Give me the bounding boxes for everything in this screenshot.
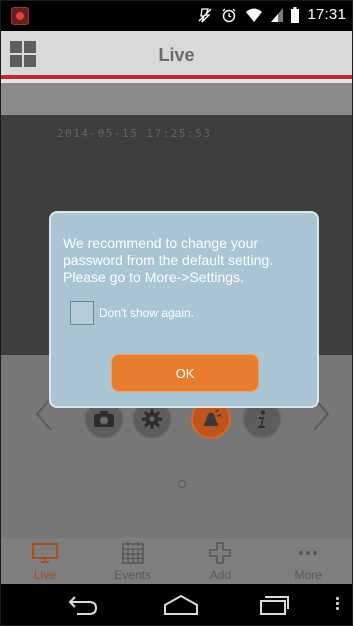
tab-label: Live [33, 568, 56, 582]
header: Live [1, 31, 352, 79]
tab-label: More [294, 568, 322, 582]
calendar-icon [121, 542, 144, 564]
recent-apps-icon[interactable] [259, 594, 289, 616]
home-icon[interactable] [163, 594, 199, 616]
monitor-icon [31, 543, 58, 563]
bottom-tab-bar: Live Events Add More [1, 538, 352, 584]
info-strip [1, 83, 352, 115]
dont-show-again-checkbox[interactable] [70, 301, 94, 325]
status-time: 17:31 [307, 6, 346, 23]
gear-icon [142, 409, 162, 429]
tab-live[interactable]: Live [1, 538, 89, 584]
tab-label: Add [209, 568, 232, 582]
siren-icon [204, 409, 222, 426]
tab-label: Events [114, 568, 151, 582]
phone-screen: 17:31 Live 2014-05-15 17:25:53 Live Even… [0, 0, 353, 626]
menu-icon[interactable] [336, 597, 340, 612]
ok-button[interactable]: OK [111, 354, 259, 392]
page-title: Live [158, 45, 195, 65]
page-indicator [178, 480, 186, 488]
status-icons: 17:31 [197, 6, 346, 23]
wifi-icon [246, 8, 263, 22]
info-icon [258, 410, 266, 428]
battery-icon [291, 6, 300, 23]
tab-more[interactable]: More [264, 538, 352, 584]
app-notification-icon [11, 7, 29, 25]
tab-events[interactable]: Events [89, 538, 177, 584]
checkbox-label: Don't show again. [99, 306, 195, 320]
status-bar: 17:31 [1, 1, 352, 31]
alarm-icon [222, 8, 236, 22]
mute-icon [198, 7, 212, 22]
signal-icon [271, 7, 284, 22]
android-nav-bar [1, 584, 352, 625]
more-icon [299, 551, 318, 555]
dialog-message: We recommend to change your password fro… [63, 235, 274, 285]
password-warning-dialog: We recommend to change your password fro… [49, 211, 319, 408]
tab-add[interactable]: Add [177, 538, 265, 584]
plus-icon [209, 542, 232, 564]
back-icon[interactable] [67, 594, 99, 616]
camera-icon [94, 411, 114, 427]
video-timestamp: 2014-05-15 17:25:53 [57, 127, 212, 140]
